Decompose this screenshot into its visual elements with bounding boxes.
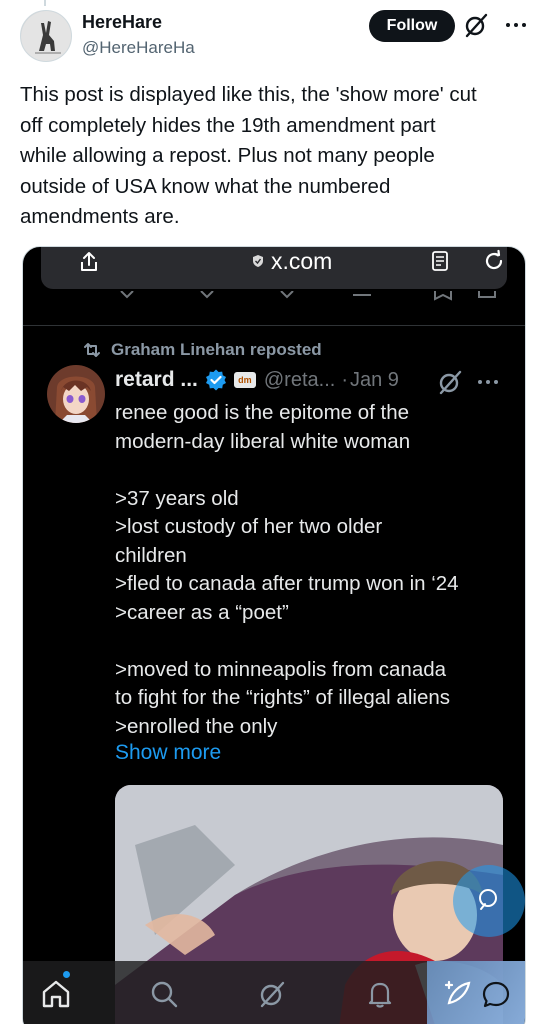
inner-text-line: >lost custody of her two older	[115, 515, 383, 538]
inner-more-icon	[478, 380, 498, 384]
thread-line	[44, 0, 46, 6]
inner-text-line: to fight for the “rights” of illegal ali…	[115, 686, 450, 709]
verified-icon	[205, 369, 226, 391]
display-name[interactable]: HereHare	[82, 12, 162, 33]
inner-text-line: children	[115, 543, 187, 567]
post-text-line: off completely hides the 19th amendment …	[20, 113, 436, 137]
separator-dot: ·	[341, 368, 348, 391]
show-more-link: Show more	[115, 741, 222, 764]
inner-text-line: >moved to minneapolis from canada	[115, 657, 447, 681]
repost-indicator: Graham Linehan reposted	[81, 339, 322, 361]
inner-grok-icon	[439, 370, 462, 395]
divider	[23, 325, 525, 326]
post-text-line: while allowing a repost. Plus not many p…	[20, 144, 435, 167]
lock-icon	[253, 255, 263, 267]
browser-address-bar: x.com	[41, 247, 507, 289]
inner-tweet-header: retard ... dm @reta... · Jan 9	[115, 365, 399, 395]
floating-grok-button	[453, 865, 525, 937]
post-text-line: outside of USA know what the numbered	[20, 174, 391, 198]
share-icon	[81, 252, 97, 271]
messages-icon	[482, 981, 510, 1008]
inner-tweet-text: renee good is the epitome of the modern-…	[115, 399, 515, 741]
inner-display-name: retard ...	[115, 368, 198, 391]
url-text: x.com	[271, 247, 333, 274]
clipped-action-bar	[120, 291, 496, 301]
inner-text-line: >37 years old	[115, 486, 239, 510]
inner-handle: @reta...	[263, 368, 336, 391]
follow-button[interactable]: Follow	[369, 10, 455, 42]
inner-text-line: modern-day liberal white woman	[115, 429, 411, 453]
handle[interactable]: @HereHareHa	[82, 38, 195, 58]
grok-nav-icon	[260, 981, 285, 1008]
reload-icon	[485, 249, 503, 270]
avatar[interactable]	[20, 10, 72, 62]
inner-avatar	[47, 365, 105, 423]
inner-text-line: renee good is the epitome of the	[115, 401, 410, 424]
anime-avatar-image	[47, 365, 105, 423]
compose-icon	[444, 980, 471, 1005]
floating-grok-icon	[479, 889, 497, 910]
post-text-line: amendments are.	[20, 205, 180, 228]
repost-label: Graham Linehan reposted	[111, 340, 322, 359]
url-display: x.com	[251, 247, 332, 275]
inner-text-line	[115, 456, 515, 485]
hare-avatar-image	[21, 11, 71, 61]
home-icon	[42, 980, 70, 1008]
inner-text-line	[115, 627, 515, 656]
post-text-line: This post is displayed like this, the 's…	[20, 83, 477, 106]
grok-icon[interactable]	[463, 12, 489, 38]
notification-dot	[63, 971, 70, 978]
repost-icon	[84, 343, 100, 357]
affiliate-badge: dm	[233, 372, 256, 388]
post-header: HereHare @HereHareHa Follow	[20, 10, 533, 64]
notifications-icon	[368, 982, 392, 1008]
inner-text-line: >career as a “poet”	[115, 600, 289, 624]
inner-text-line: >fled to canada after trump won in ‘24	[115, 572, 459, 595]
bottom-nav-bar	[23, 961, 525, 1024]
search-icon	[151, 981, 178, 1008]
post-text: This post is displayed like this, the 's…	[20, 80, 530, 233]
reader-icon	[432, 251, 448, 271]
inner-date: Jan 9	[349, 368, 399, 391]
embedded-screenshot[interactable]: x.com Graham Linehan reposted retard ...…	[22, 246, 526, 1024]
more-icon[interactable]	[503, 12, 529, 38]
inner-text-line: >enrolled the only	[115, 714, 278, 738]
